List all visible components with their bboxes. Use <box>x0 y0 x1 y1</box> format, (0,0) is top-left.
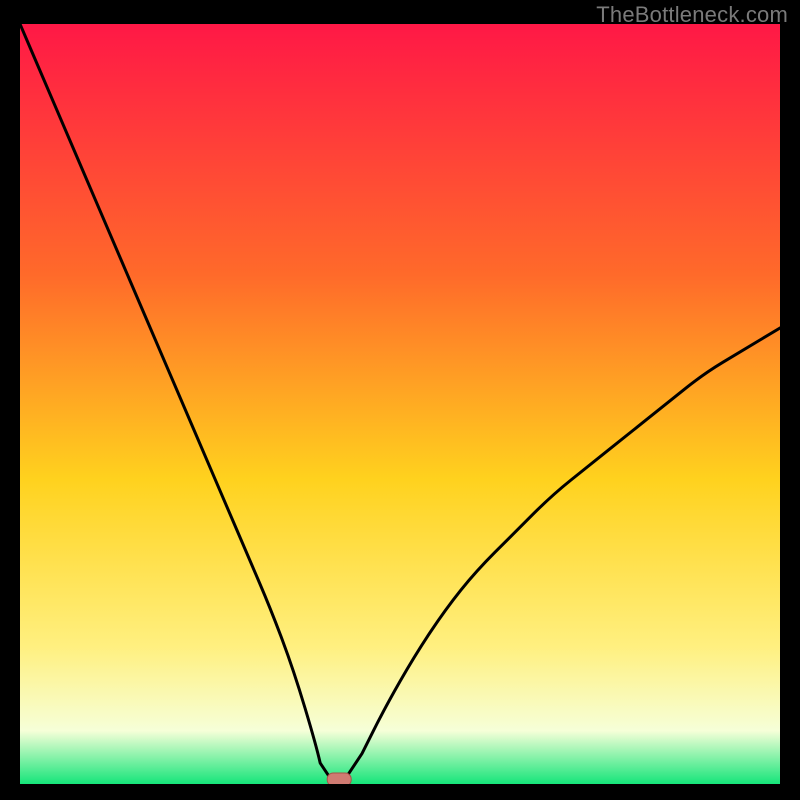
plot-area <box>20 24 780 784</box>
chart-container: TheBottleneck.com <box>0 0 800 800</box>
minimum-marker <box>327 773 351 784</box>
bottleneck-chart <box>20 24 780 784</box>
